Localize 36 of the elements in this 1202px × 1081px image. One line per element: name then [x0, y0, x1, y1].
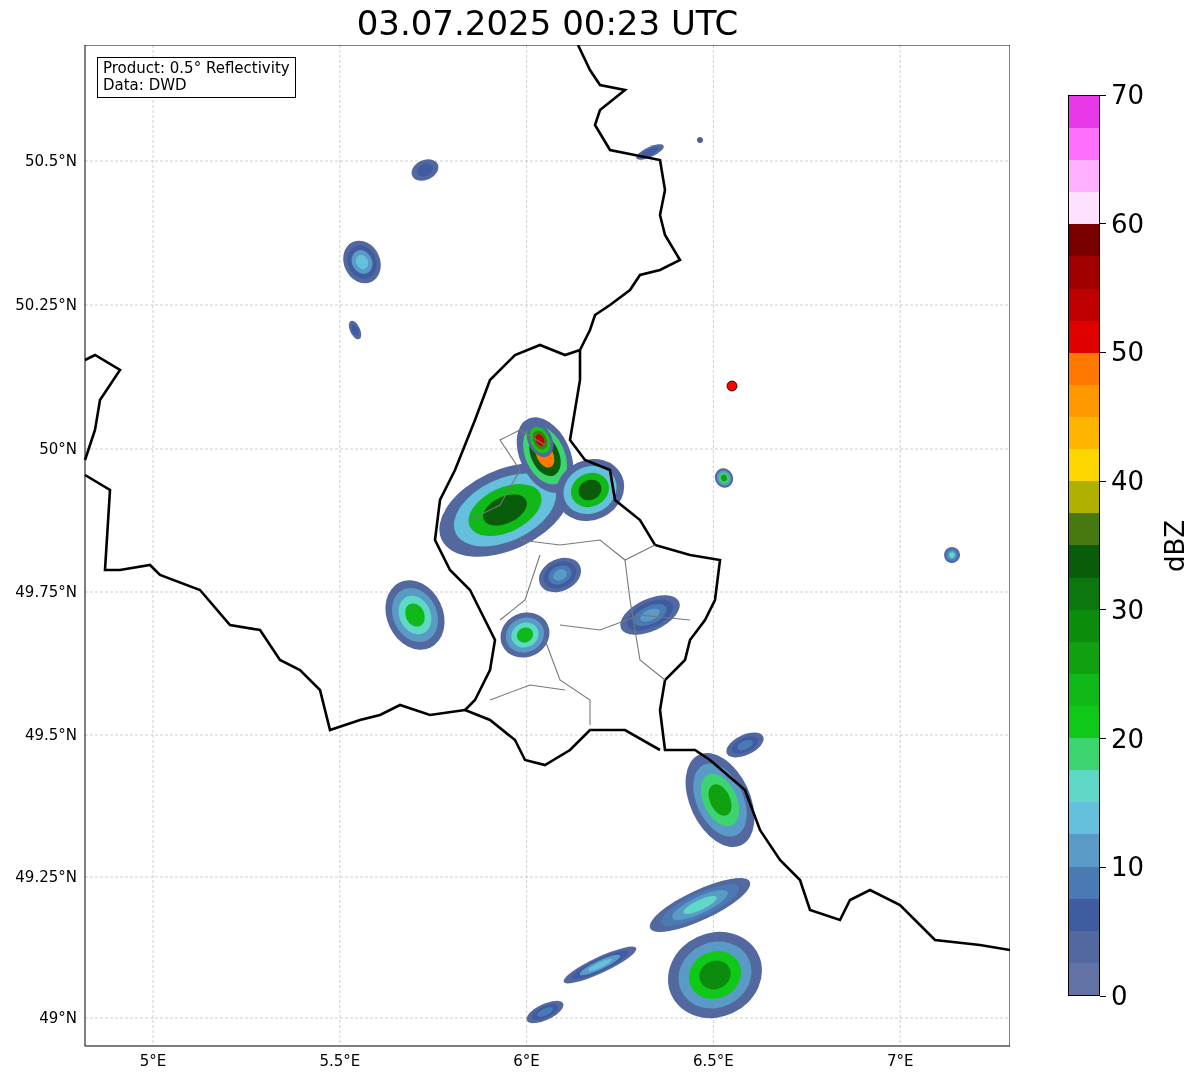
rain-echo: [636, 144, 664, 160]
legend-text: Data: DWD: [103, 77, 188, 95]
scale-label: 10: [1111, 852, 1145, 883]
scale-label: 40: [1111, 466, 1145, 497]
longitude-label: 5°E: [139, 1052, 167, 1070]
latitude-label: 49.25°N: [15, 868, 77, 886]
chart-title: 03.07.2025 00:23 UTC: [356, 2, 739, 43]
scale-label: 60: [1111, 208, 1145, 239]
axis-label: dBZ: [1160, 519, 1190, 572]
rain-echo: [500, 612, 550, 658]
location-marker: [726, 380, 738, 392]
latitude-label: 49.75°N: [15, 583, 77, 601]
rain-echo: [620, 595, 680, 635]
rain-echo: [526, 1000, 564, 1024]
rain-echo: [348, 320, 362, 340]
longitude-label: 6°E: [513, 1052, 540, 1070]
legend-text: Product: 0.5° Reflectivity: [103, 60, 290, 78]
rain-echo: [411, 159, 439, 181]
latitude-label: 49.5°N: [24, 726, 77, 744]
rain-echo: [697, 137, 703, 143]
scale-label: 70: [1111, 80, 1145, 110]
rain-echo: [714, 468, 734, 488]
rain-echo: [343, 240, 381, 284]
latitude-label: 50.25°N: [15, 296, 77, 314]
rain-echo: [385, 580, 445, 650]
scale-label: 20: [1111, 723, 1145, 754]
scale-label: 50: [1111, 337, 1145, 368]
longitude-label: 7°E: [886, 1052, 914, 1070]
longitude-label: 6.5°E: [693, 1052, 734, 1070]
latitude-label: 50.5°N: [24, 152, 77, 170]
longitude-label: 5.5°E: [319, 1052, 361, 1070]
latitude-label: 50°N: [39, 440, 77, 458]
scale-label: 30: [1111, 594, 1145, 625]
scale-label: 0: [1111, 981, 1128, 1011]
latitude-label: 49°N: [39, 1009, 77, 1027]
rain-echo: [944, 547, 960, 563]
